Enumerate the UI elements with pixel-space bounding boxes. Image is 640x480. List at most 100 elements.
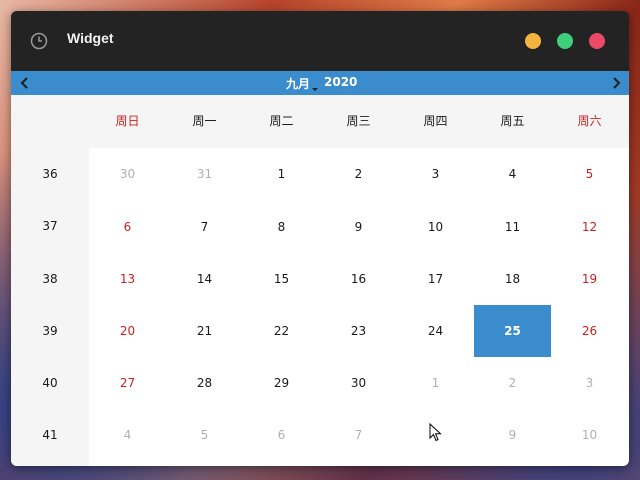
window-title: Widget xyxy=(67,30,114,46)
day-number: 4 xyxy=(123,428,132,442)
day-cell[interactable]: 29 xyxy=(243,357,320,409)
day-number: 14 xyxy=(196,272,213,286)
title-bar[interactable]: Widget xyxy=(11,11,629,71)
day-cell[interactable]: 1 xyxy=(243,148,320,200)
day-number: 18 xyxy=(504,272,521,286)
day-cell[interactable]: 6 xyxy=(89,200,166,253)
calendar-window: Widget 九月 2020 周日 周一 周二 周三 周四 周五 周六 36 37… xyxy=(11,11,629,466)
day-cell[interactable]: 24 xyxy=(397,305,474,357)
chevron-down-icon xyxy=(312,88,318,91)
chevron-right-icon[interactable] xyxy=(609,76,623,90)
day-cell[interactable]: 3 xyxy=(397,148,474,200)
day-cell[interactable]: 2 xyxy=(320,148,397,200)
day-cell[interactable]: 5 xyxy=(166,409,243,461)
day-number: 1 xyxy=(277,167,286,181)
day-cell[interactable]: 8 xyxy=(397,409,474,461)
day-cell[interactable]: 26 xyxy=(551,305,628,357)
day-number: 30 xyxy=(350,376,367,390)
week-number: 39 xyxy=(42,324,58,338)
day-cell[interactable]: 16 xyxy=(320,253,397,305)
month-dropdown[interactable]: 九月 xyxy=(286,75,318,92)
minimize-button[interactable] xyxy=(525,33,541,49)
week-number: 38 xyxy=(42,272,58,286)
day-cell[interactable]: 13 xyxy=(89,253,166,305)
day-number: 13 xyxy=(119,272,136,286)
year-spinner[interactable]: 2020 xyxy=(324,75,357,89)
day-cell[interactable]: 6 xyxy=(243,409,320,461)
day-cell[interactable]: 2 xyxy=(474,357,551,409)
day-cell[interactable]: 9 xyxy=(474,409,551,461)
weekday-header-sunday: 周日 xyxy=(115,114,140,128)
day-number: 2 xyxy=(508,376,517,390)
day-cell[interactable]: 30 xyxy=(89,148,166,200)
day-number: 7 xyxy=(200,219,209,234)
day-cell[interactable]: 14 xyxy=(166,253,243,305)
weekday-header-wednesday: 周三 xyxy=(346,114,371,128)
day-cell[interactable]: 20 xyxy=(89,305,166,357)
day-number: 5 xyxy=(585,167,594,181)
day-cell[interactable]: 19 xyxy=(551,253,628,305)
weekday-header-thursday: 周四 xyxy=(423,114,448,128)
day-number: 7 xyxy=(354,428,363,442)
day-cell[interactable]: 1 xyxy=(397,357,474,409)
day-number: 15 xyxy=(273,272,290,286)
day-cell[interactable]: 10 xyxy=(397,200,474,253)
maximize-button[interactable] xyxy=(557,33,573,49)
day-number: 24 xyxy=(427,324,444,338)
day-number: 2 xyxy=(354,167,363,181)
weekday-header-tuesday: 周二 xyxy=(269,114,294,128)
day-number: 8 xyxy=(277,219,286,234)
day-cell[interactable]: 5 xyxy=(551,148,628,200)
day-number: 25 xyxy=(504,324,521,338)
day-cell[interactable]: 22 xyxy=(243,305,320,357)
selected-day-cell[interactable]: 25 xyxy=(474,305,551,357)
day-cell[interactable]: 4 xyxy=(89,409,166,461)
day-cell[interactable]: 31 xyxy=(166,148,243,200)
day-cell[interactable]: 12 xyxy=(551,200,628,253)
day-number: 31 xyxy=(196,167,213,181)
weekday-header-saturday: 周六 xyxy=(577,114,602,128)
month-label: 九月 xyxy=(286,77,311,91)
day-number: 19 xyxy=(581,272,598,286)
day-cell[interactable]: 30 xyxy=(320,357,397,409)
day-number: 5 xyxy=(200,428,209,442)
week-number: 36 xyxy=(42,167,58,181)
day-number: 4 xyxy=(508,167,517,181)
day-cell[interactable]: 21 xyxy=(166,305,243,357)
day-number: 9 xyxy=(508,428,517,442)
day-cell[interactable]: 28 xyxy=(166,357,243,409)
day-cell[interactable]: 7 xyxy=(166,200,243,253)
day-cell[interactable]: 15 xyxy=(243,253,320,305)
day-cell[interactable]: 17 xyxy=(397,253,474,305)
week-number: 37 xyxy=(42,219,58,233)
day-cell[interactable]: 8 xyxy=(243,200,320,253)
day-number: 9 xyxy=(354,219,363,234)
day-cell[interactable]: 18 xyxy=(474,253,551,305)
day-number: 27 xyxy=(119,376,136,390)
day-number: 10 xyxy=(427,219,444,234)
day-cell[interactable]: 23 xyxy=(320,305,397,357)
day-number: 28 xyxy=(196,376,213,390)
day-cell[interactable]: 7 xyxy=(320,409,397,461)
week-number: 40 xyxy=(42,376,58,390)
day-number: 23 xyxy=(350,324,367,338)
day-number: 30 xyxy=(119,167,136,181)
calendar-navigation-bar: 九月 2020 xyxy=(11,71,629,95)
day-cell[interactable]: 4 xyxy=(474,148,551,200)
day-number: 21 xyxy=(196,324,213,338)
calendar-grid: 周日 周一 周二 周三 周四 周五 周六 36 37 38 39 40 41 30 31 1 2 3… xyxy=(11,95,629,466)
chevron-left-icon[interactable] xyxy=(18,76,32,90)
day-number: 26 xyxy=(581,324,598,338)
clock-icon xyxy=(30,32,48,50)
day-number: 6 xyxy=(277,428,286,442)
day-number: 6 xyxy=(123,219,132,234)
day-cell[interactable]: 3 xyxy=(551,357,628,409)
weekday-header-row: 周日 周一 周二 周三 周四 周五 周六 xyxy=(11,95,629,148)
day-number: 1 xyxy=(431,376,440,390)
day-cell[interactable]: 9 xyxy=(320,200,397,253)
week-number: 41 xyxy=(42,428,58,442)
close-button[interactable] xyxy=(589,33,605,49)
day-cell[interactable]: 10 xyxy=(551,409,628,461)
day-cell[interactable]: 11 xyxy=(474,200,551,253)
day-cell[interactable]: 27 xyxy=(89,357,166,409)
